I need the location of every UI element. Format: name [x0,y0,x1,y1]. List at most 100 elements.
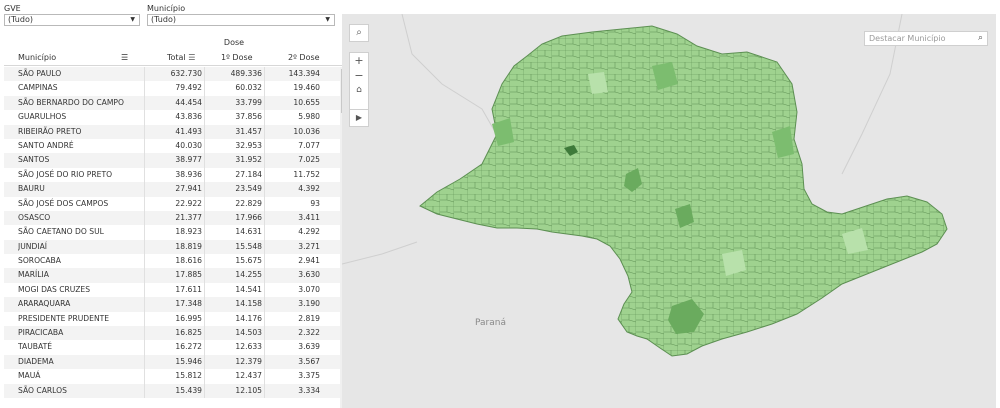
total-cell: 18.616 [144,254,204,269]
zoom-in-icon[interactable]: + [350,53,368,68]
total-cell: 17.611 [144,282,204,298]
map-play-button[interactable]: ▶ [349,109,369,127]
table-row[interactable]: SOROCABA 18.616 15.675 2.941 [4,254,350,269]
dose1-cell: 23.549 [204,182,264,197]
total-cell: 38.936 [144,167,204,183]
table-row[interactable]: PRESIDENTE PRUDENTE 16.995 14.176 2.819 [4,311,350,327]
column-header-dose2[interactable]: 2º Dose [288,53,320,62]
total-cell: 43.836 [144,110,204,125]
map-canvas [342,14,948,357]
table-row[interactable]: PIRACICABA 16.825 14.503 2.322 [4,326,350,341]
total-cell: 18.819 [144,239,204,255]
column-header-total[interactable]: Total ☰ [167,53,195,62]
dose1-cell: 15.675 [204,254,264,269]
dose1-cell: 27.184 [204,167,264,183]
municipio-cell: DIADEMA [18,356,54,366]
dose1-cell: 60.032 [204,81,264,96]
municipio-cell: SOROCABA [18,256,61,266]
total-cell: 15.946 [144,354,204,370]
total-cell: 632.730 [144,67,204,82]
total-cell: 16.995 [144,311,204,327]
dose2-cell: 3.334 [264,383,322,398]
sort-icon: ☰ [188,53,196,62]
table-row[interactable]: SÃO PAULO 632.730 489.336 143.394 [4,67,350,82]
dose2-cell: 3.190 [264,297,322,312]
table-row[interactable]: GUARULHOS 43.836 37.856 5.980 [4,110,350,125]
table-row[interactable]: MAUÁ 15.812 12.437 3.375 [4,369,350,384]
caret-down-icon: ▼ [130,16,135,23]
table-row[interactable]: ARARAQUARA 17.348 14.158 3.190 [4,297,350,312]
dose2-cell: 2.322 [264,326,322,341]
municipio-cell: MOGI DAS CRUZES [18,284,91,294]
total-cell: 15.812 [144,369,204,384]
table-row[interactable]: MOGI DAS CRUZES 17.611 14.541 3.070 [4,282,350,298]
column-header-dose1[interactable]: 1º Dose [221,53,253,62]
dose-group-header: Dose [223,38,245,47]
dose2-cell: 2.941 [264,254,322,269]
dose2-cell: 3.271 [264,239,322,255]
dose2-cell: 4.292 [264,225,322,240]
table-row[interactable]: OSASCO 21.377 17.966 3.411 [4,210,350,226]
table-row[interactable]: DIADEMA 15.946 12.379 3.567 [4,354,350,370]
gve-filter-label: GVE [4,4,21,13]
total-cell: 38.977 [144,153,204,168]
dose1-cell: 14.503 [204,326,264,341]
municipio-cell: CAMPINAS [18,83,58,93]
table-header-row: Município ☰ Total ☰ 1º Dose 2º Dose [4,51,350,66]
home-icon[interactable]: ⌂ [350,83,368,98]
total-cell: 18.923 [144,225,204,240]
table-row[interactable]: SÃO CAETANO DO SUL 18.923 14.631 4.292 [4,225,350,240]
sort-icon[interactable]: ☰ [121,53,128,62]
dose1-cell: 22.829 [204,196,264,211]
table-row[interactable]: SÃO BERNARDO DO CAMPO 44.454 33.799 10.655 [4,95,350,111]
dose1-cell: 31.952 [204,153,264,168]
dose2-cell: 19.460 [264,81,322,96]
dose1-cell: 14.541 [204,282,264,298]
column-header-total-label: Total [167,53,186,62]
table-row[interactable]: CAMPINAS 79.492 60.032 19.460 [4,81,350,96]
municipio-cell: SÃO JOSÉ DO RIO PRETO [18,169,113,179]
municipio-cell: ARARAQUARA [18,299,71,309]
table-row[interactable]: JUNDIAÍ 18.819 15.548 3.271 [4,239,350,255]
table-row[interactable]: SÃO CARLOS 15.439 12.105 3.334 [4,383,350,398]
map-search-button[interactable]: ⌕ [349,24,369,42]
total-cell: 16.272 [144,340,204,355]
dose1-cell: 31.457 [204,124,264,139]
dose2-cell: 4.392 [264,182,322,197]
dose2-cell: 11.752 [264,167,322,183]
dose1-cell: 14.255 [204,268,264,283]
dose2-cell: 7.077 [264,138,322,154]
municipio-cell: SÃO CARLOS [18,385,67,395]
municipio-filter: Município (Tudo) ▼ [147,3,335,26]
dose2-cell: 93 [264,196,322,211]
table-row[interactable]: SÃO JOSÉ DOS CAMPOS 22.922 22.829 93 [4,196,350,211]
municipio-filter-label: Município [147,4,186,13]
table-row[interactable]: RIBEIRÃO PRETO 41.493 31.457 10.036 [4,124,350,139]
dose1-cell: 32.953 [204,138,264,154]
municipio-dropdown-value: (Tudo) [151,15,176,24]
table-row[interactable]: BAURU 27.941 23.549 4.392 [4,182,350,197]
municipio-cell: SÃO JOSÉ DOS CAMPOS [18,198,109,208]
total-cell: 44.454 [144,95,204,111]
total-cell: 22.922 [144,196,204,211]
dose1-cell: 15.548 [204,239,264,255]
table-row[interactable]: SANTOS 38.977 31.952 7.025 [4,153,350,168]
table-row[interactable]: SANTO ANDRÉ 40.030 32.953 7.077 [4,138,350,154]
municipality-map[interactable]: ⌕ + − ⌂ ▶ Destacar Município ⌕ Paraná [342,14,996,408]
column-header-municipio[interactable]: Município [18,53,56,62]
highlight-municipality-search[interactable]: Destacar Município ⌕ [864,31,988,46]
total-cell: 79.492 [144,81,204,96]
municipio-cell: SÃO PAULO [18,69,62,78]
municipio-dropdown[interactable]: (Tudo) ▼ [147,14,335,26]
zoom-out-icon[interactable]: − [350,68,368,83]
dose1-cell: 14.176 [204,311,264,327]
gve-dropdown[interactable]: (Tudo) ▼ [4,14,140,26]
municipio-cell: TAUBATÉ [18,342,53,352]
dose2-cell: 2.819 [264,311,322,327]
table-row[interactable]: SÃO JOSÉ DO RIO PRETO 38.936 27.184 11.752 [4,167,350,183]
caret-down-icon: ▼ [325,16,330,23]
table-row[interactable]: MARÍLIA 17.885 14.255 3.630 [4,268,350,283]
dose2-cell: 7.025 [264,153,322,168]
table-row[interactable]: TAUBATÉ 16.272 12.633 3.639 [4,340,350,355]
vaccination-table: Dose Município ☰ Total ☰ 1º Dose 2º Dose… [4,37,350,408]
